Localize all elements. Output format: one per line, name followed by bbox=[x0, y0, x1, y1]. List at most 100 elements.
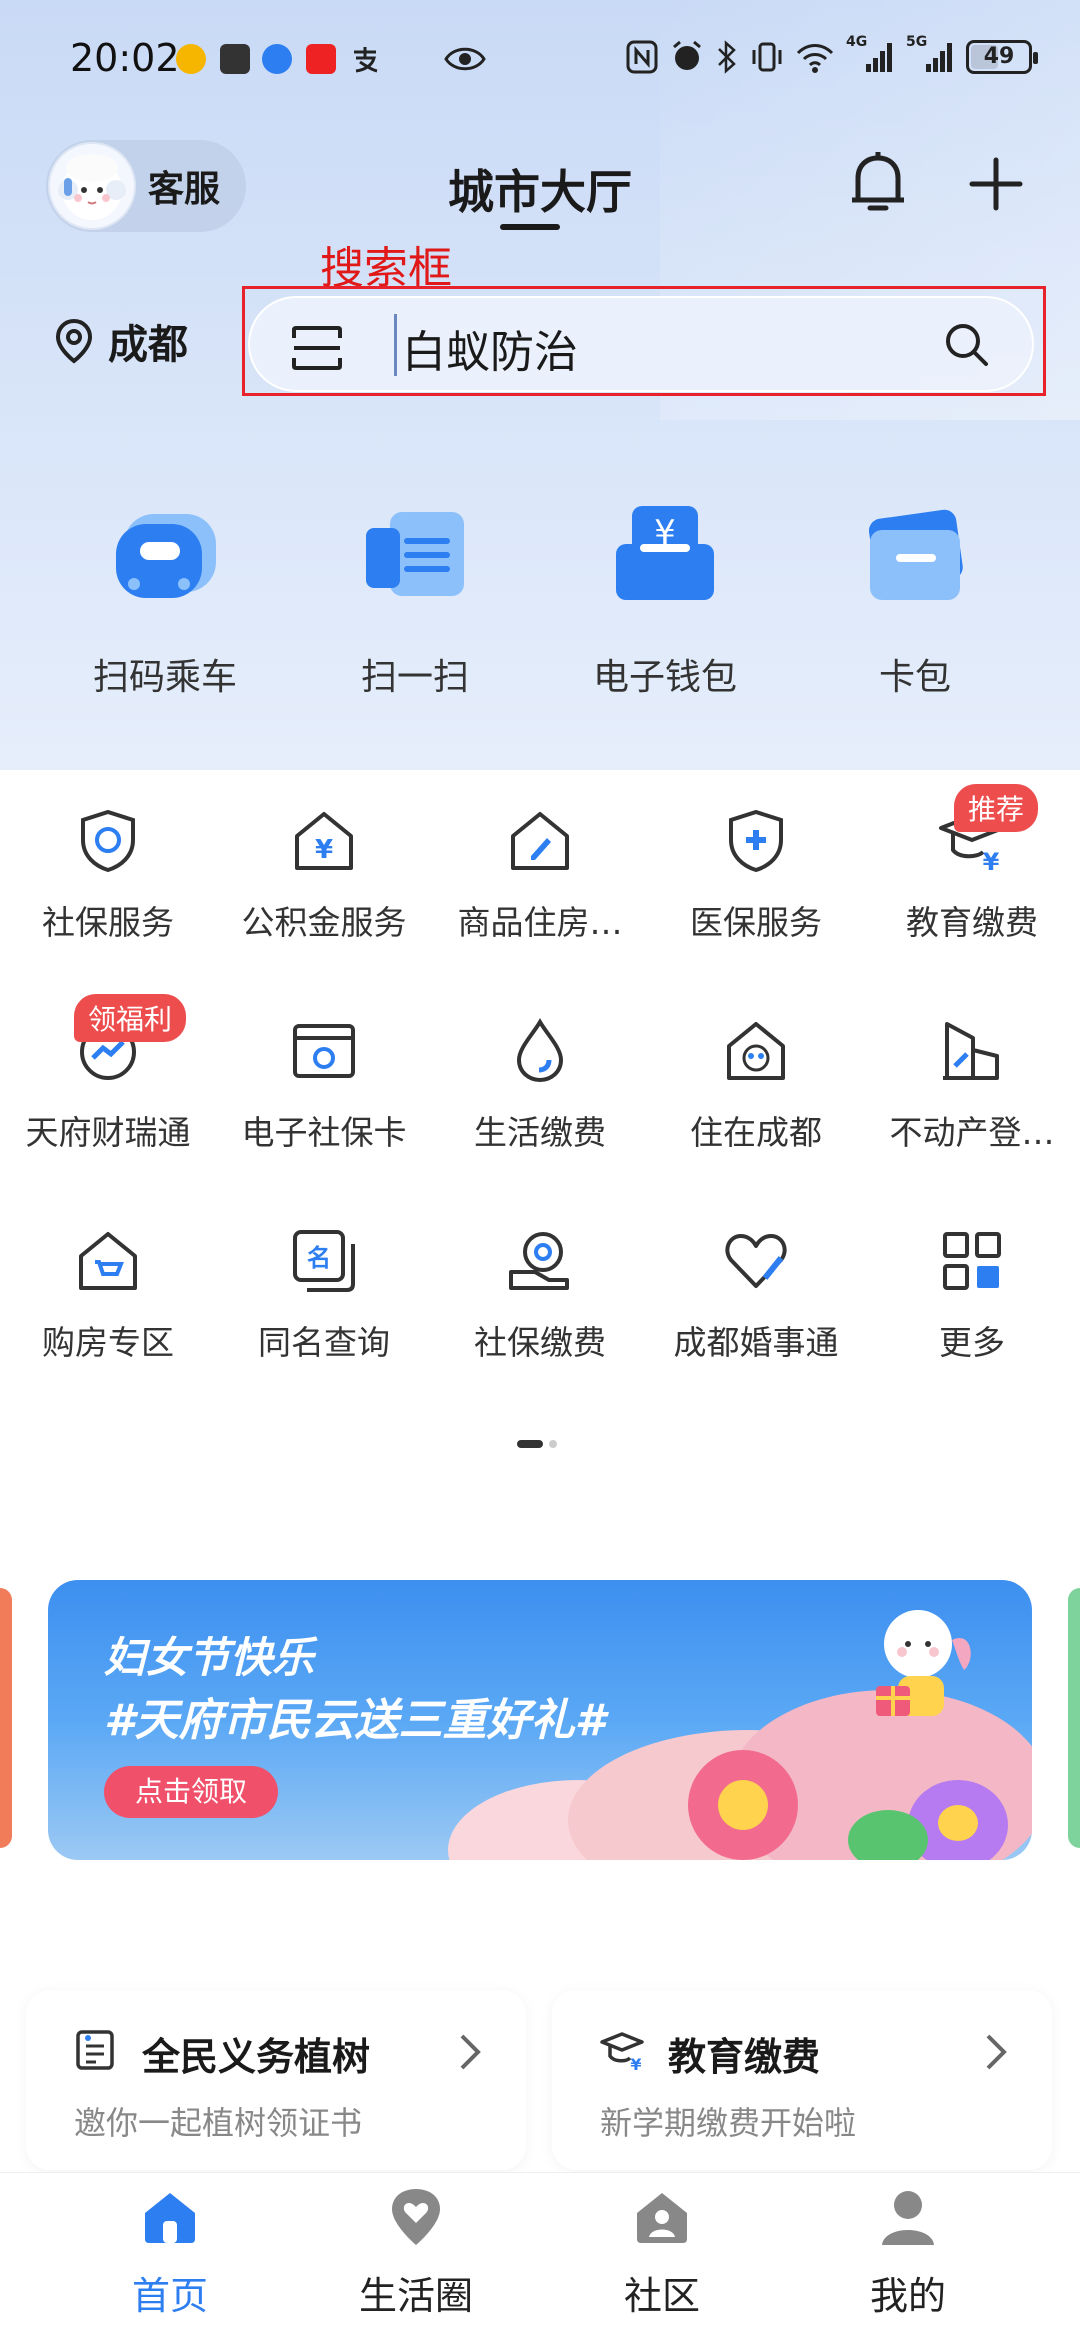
service-home-purchase[interactable]: 购房专区 bbox=[0, 1226, 216, 1364]
quick-action-scan[interactable]: 扫一扫 bbox=[290, 500, 540, 700]
nav-home[interactable]: 首页 bbox=[80, 2187, 260, 2320]
banner-title: 妇女节快乐 bbox=[104, 1633, 315, 1682]
certificate-icon bbox=[74, 2028, 116, 2076]
medical-insurance-icon bbox=[721, 806, 791, 876]
network-4g-label: 4G bbox=[846, 34, 868, 50]
social-security-shield-icon bbox=[73, 806, 143, 876]
service-housing-fund[interactable]: ¥ 公积金服务 bbox=[216, 806, 432, 944]
social-payment-icon bbox=[505, 1226, 575, 1296]
vibrate-icon bbox=[752, 42, 782, 72]
quick-action-wallet[interactable]: ¥ 电子钱包 bbox=[540, 500, 790, 700]
service-label: 公积金服务 bbox=[241, 903, 407, 942]
svg-text:¥: ¥ bbox=[630, 2055, 641, 2072]
banner-claim-button[interactable]: 点击领取 bbox=[104, 1766, 278, 1818]
service-chengdu-marriage[interactable]: 成都婚事通 bbox=[648, 1226, 864, 1364]
commercial-housing-icon bbox=[505, 806, 575, 876]
service-label: 生活缴费 bbox=[474, 1113, 606, 1152]
quick-action-label: 电子钱包 bbox=[592, 657, 737, 698]
status-time: 20:02 bbox=[70, 36, 180, 80]
card-education-payment[interactable]: ¥ 教育缴费 新学期缴费开始啦 bbox=[552, 1990, 1052, 2170]
service-label: 不动产登… bbox=[889, 1113, 1055, 1152]
banner-subtitle: #天府市民云送三重好礼# bbox=[104, 1695, 606, 1746]
service-label: 购房专区 bbox=[42, 1323, 174, 1362]
nav-label: 我的 bbox=[869, 2274, 946, 2318]
community-icon bbox=[637, 2193, 687, 2243]
quick-action-label: 扫码乘车 bbox=[92, 657, 237, 698]
nav-mine[interactable]: 我的 bbox=[818, 2187, 998, 2320]
service-label: 住在成都 bbox=[690, 1113, 822, 1152]
battery-level: 49 bbox=[983, 44, 1015, 69]
graduation-cap-icon: ¥ bbox=[600, 2028, 644, 2076]
service-utility-payment[interactable]: 生活缴费 bbox=[432, 1016, 648, 1154]
service-name-query[interactable]: 名 同名查询 bbox=[216, 1226, 432, 1364]
recommend-badge: 推荐 bbox=[954, 784, 1039, 832]
bluetooth-icon bbox=[718, 40, 736, 74]
service-live-in-chengdu[interactable]: 住在成都 bbox=[648, 1016, 864, 1154]
nav-life-circle[interactable]: 生活圈 bbox=[326, 2187, 506, 2320]
alarm-icon bbox=[673, 40, 701, 70]
nav-label: 社区 bbox=[623, 2274, 700, 2318]
service-commercial-housing[interactable]: 商品住房… bbox=[432, 806, 648, 944]
svg-text:名: 名 bbox=[307, 1244, 331, 1272]
banner-next-peek[interactable] bbox=[1068, 1588, 1080, 1848]
card-subtitle: 新学期缴费开始啦 bbox=[600, 2104, 857, 2142]
alipay-notification-icon bbox=[350, 44, 380, 74]
service-label: 天府财瑞通 bbox=[25, 1113, 191, 1152]
real-estate-icon bbox=[937, 1016, 1007, 1086]
promo-banner[interactable]: 妇女节快乐 #天府市民云送三重好礼# 点击领取 bbox=[48, 1580, 1032, 1860]
service-more[interactable]: 更多 bbox=[864, 1226, 1080, 1364]
service-e-social-card[interactable]: 电子社保卡 bbox=[216, 1016, 432, 1154]
welfare-badge: 领福利 bbox=[74, 994, 187, 1042]
service-social-security[interactable]: 社保服务 bbox=[0, 806, 216, 944]
mail-notification-icon bbox=[220, 44, 250, 74]
name-query-icon: 名 bbox=[289, 1226, 359, 1296]
netease-notification-icon bbox=[306, 44, 336, 74]
bell-icon[interactable] bbox=[846, 148, 910, 220]
housing-fund-icon: ¥ bbox=[289, 806, 359, 876]
svg-text:¥: ¥ bbox=[315, 835, 333, 865]
signal-5g-icon: 5G bbox=[906, 34, 954, 74]
browser-notification-icon bbox=[262, 44, 292, 74]
heart-icon bbox=[721, 1226, 791, 1296]
wifi-icon bbox=[796, 44, 834, 73]
service-label: 社保缴费 bbox=[474, 1323, 606, 1362]
service-social-payment[interactable]: 社保缴费 bbox=[432, 1226, 648, 1364]
service-label: 医保服务 bbox=[690, 903, 822, 942]
service-label: 社保服务 bbox=[42, 903, 174, 942]
banner-flower bbox=[938, 1805, 978, 1841]
signal-4g-icon: 4G bbox=[846, 34, 894, 74]
service-label: 电子社保卡 bbox=[241, 1113, 407, 1152]
location-pin-icon bbox=[55, 318, 93, 364]
service-medical-insurance[interactable]: 医保服务 bbox=[648, 806, 864, 944]
quick-action-bus[interactable]: 扫码乘车 bbox=[40, 500, 290, 700]
bottom-navigation: 首页 生活圈 社区 我的 bbox=[0, 2172, 1080, 2340]
chevron-right-icon bbox=[984, 2032, 1008, 2076]
card-tree-planting[interactable]: 全民义务植树 邀你一起植树领证书 bbox=[26, 1990, 526, 2170]
nav-community[interactable]: 社区 bbox=[572, 2187, 752, 2320]
quick-action-cards[interactable]: 卡包 bbox=[790, 500, 1040, 700]
wallet-icon: ¥ bbox=[610, 500, 720, 610]
battery-indicator: 49 bbox=[966, 40, 1038, 74]
house-cart-icon bbox=[73, 1226, 143, 1296]
nav-label: 生活圈 bbox=[358, 2274, 473, 2318]
add-icon[interactable] bbox=[966, 154, 1026, 214]
title-underline bbox=[500, 224, 560, 230]
status-bar: 20:02 4G 5G 49 bbox=[0, 0, 1080, 120]
network-5g-label: 5G bbox=[906, 34, 928, 50]
service-label: 商品住房… bbox=[457, 903, 623, 942]
nfc-icon bbox=[626, 40, 658, 74]
service-label: 更多 bbox=[939, 1323, 1005, 1362]
weibo-notification-icon bbox=[176, 44, 206, 74]
service-label: 教育缴费 bbox=[906, 903, 1038, 942]
city-label: 成都 bbox=[108, 322, 188, 368]
location-selector[interactable]: 成都 bbox=[54, 312, 188, 370]
panda-house-icon bbox=[721, 1016, 791, 1086]
service-real-estate[interactable]: 不动产登… bbox=[864, 1016, 1080, 1154]
person-icon bbox=[882, 2191, 934, 2245]
banner-prev-peek[interactable] bbox=[0, 1588, 12, 1848]
quick-action-label: 卡包 bbox=[878, 657, 951, 698]
bus-qr-icon bbox=[110, 500, 220, 610]
page-dot bbox=[549, 1440, 557, 1448]
page-dot-active bbox=[517, 1440, 543, 1448]
page-title: 城市大厅 bbox=[448, 165, 632, 219]
